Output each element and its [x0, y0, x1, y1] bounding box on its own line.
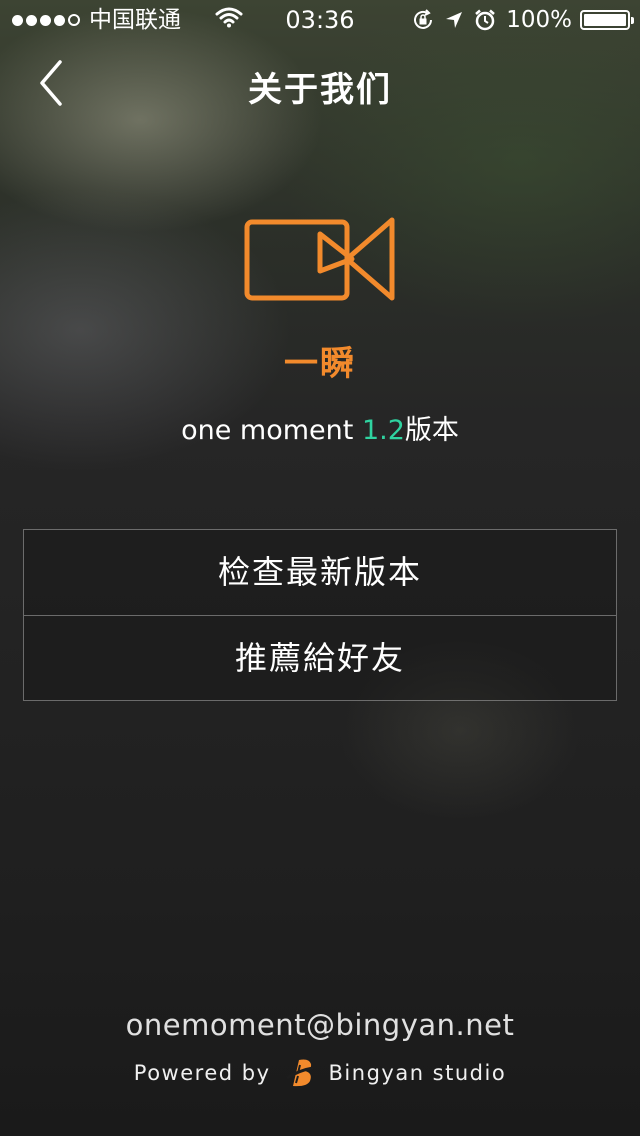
- version-line: one moment 1.2版本: [0, 408, 640, 447]
- location-arrow-icon: [444, 10, 464, 30]
- video-camera-icon: [244, 216, 396, 304]
- studio-name: Bingyan studio: [328, 1061, 507, 1085]
- version-number: 1.2: [361, 415, 405, 446]
- battery-icon: [580, 10, 634, 30]
- rotation-lock-icon: [412, 9, 434, 31]
- contact-email: onemoment@bingyan.net: [125, 1008, 515, 1042]
- battery-percent: 100%: [506, 7, 572, 33]
- alarm-icon: [474, 9, 496, 31]
- status-bar: 中国联通 03:36 100%: [0, 0, 640, 40]
- bingyan-logo-icon: [283, 1056, 317, 1090]
- navigation-bar: 关于我们: [0, 40, 640, 128]
- status-right: 100%: [412, 0, 634, 40]
- check-update-button[interactable]: 检查最新版本: [24, 530, 616, 615]
- version-suffix: 版本: [404, 415, 459, 446]
- version-prefix: one moment: [181, 415, 362, 446]
- recommend-to-friends-button[interactable]: 推薦給好友: [24, 616, 616, 701]
- app-name: 一瞬: [284, 344, 356, 384]
- powered-by-line: Powered by Bingyan studio: [0, 1056, 640, 1090]
- about-menu: 检查最新版本 推薦給好友: [23, 529, 617, 701]
- page-title: 关于我们: [248, 70, 392, 110]
- powered-by-label: Powered by: [133, 1061, 271, 1085]
